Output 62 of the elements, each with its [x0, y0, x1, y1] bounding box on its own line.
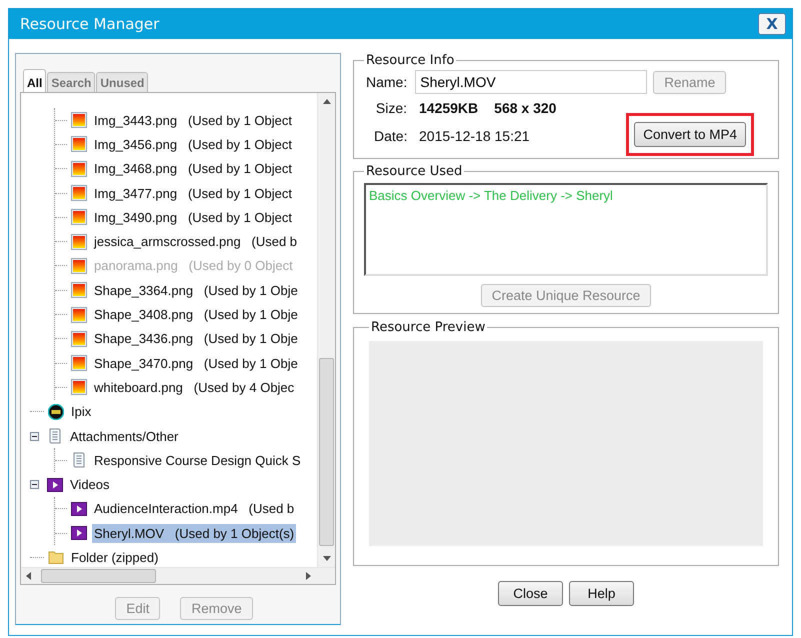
scroll-down-icon[interactable]	[322, 556, 330, 561]
video-icon	[71, 500, 87, 517]
tree-item[interactable]: Videos	[68, 475, 112, 494]
scroll-right-icon[interactable]	[306, 572, 311, 580]
image-icon	[71, 234, 87, 250]
name-field[interactable]: Sheryl.MOV	[415, 70, 648, 94]
window-close-button[interactable]: X	[758, 13, 786, 35]
image-icon	[71, 330, 87, 347]
file-size: 14259KB	[419, 100, 478, 116]
image-icon	[71, 160, 87, 177]
image-icon	[71, 209, 87, 226]
tree-item[interactable]: Sheryl.MOV (Used by 1 Object(s)	[92, 524, 296, 543]
folder-icon	[48, 549, 64, 566]
image-icon	[71, 306, 87, 323]
tree-item[interactable]: Folder (zipped)	[69, 548, 160, 567]
tree-item[interactable]: Shape_3364.png (Used by 1 Obje	[92, 280, 300, 300]
image-icon	[71, 379, 87, 396]
tab[interactable]: Unused	[96, 72, 148, 92]
document-icon	[71, 452, 87, 468]
image-icon	[71, 136, 87, 152]
tab[interactable]: Search	[47, 72, 96, 92]
window-title: Resource Manager	[20, 15, 160, 33]
date-value: 2015-12-18 15:21	[419, 128, 530, 144]
video-icon	[71, 525, 87, 542]
tree-item[interactable]: Shape_3408.png (Used by 1 Obje	[92, 305, 300, 324]
convert-button[interactable]: Convert to MP4	[634, 122, 746, 147]
video-icon	[47, 476, 63, 493]
horizontal-scrollbar[interactable]	[21, 567, 335, 584]
image-icon	[71, 258, 87, 274]
document-icon	[47, 428, 63, 444]
group-title: Resource Preview	[370, 320, 486, 335]
vertical-scrollbar[interactable]	[317, 93, 335, 567]
collapse-toggle-icon[interactable]	[30, 432, 39, 440]
tree-item[interactable]: Shape_3436.png (Used by 1 Obje	[92, 329, 300, 348]
tab[interactable]: All	[23, 69, 46, 92]
tree-item[interactable]: Img_3468.png (Used by 1 Object	[92, 159, 294, 178]
tree-item[interactable]: Img_3477.png (Used by 1 Object	[92, 184, 294, 203]
collapse-toggle-icon[interactable]	[30, 480, 39, 490]
field-label: Name:	[366, 74, 408, 90]
tree-item[interactable]: Attachments/Other	[68, 426, 180, 446]
field-label: Date:	[374, 128, 407, 144]
scroll-left-icon[interactable]	[26, 572, 31, 580]
tree-item[interactable]: Img_3456.png (Used by 1 Object	[92, 134, 294, 154]
dimensions: 568 x 320	[494, 100, 556, 116]
scroll-up-icon[interactable]	[322, 99, 330, 104]
group-title: Resource Info	[365, 53, 456, 68]
tree-item[interactable]: Responsive Course Design Quick S	[92, 450, 303, 470]
image-icon	[71, 355, 87, 372]
image-icon	[71, 112, 87, 128]
tree-item[interactable]: jessica_armscrossed.png (Used b	[92, 232, 300, 252]
image-icon	[71, 282, 87, 298]
tree-item[interactable]: Shape_3470.png (Used by 1 Obje	[92, 354, 300, 373]
tree-item[interactable]: Img_3490.png (Used by 1 Object	[92, 208, 294, 227]
tree-item[interactable]: AudienceInteraction.mp4 (Used b	[92, 499, 296, 518]
tree-item[interactable]: whiteboard.png (Used by 4 Objec	[92, 378, 296, 397]
dialog-button[interactable]: Help	[569, 581, 634, 606]
group-title: Resource Used	[365, 164, 464, 179]
dialog-button[interactable]: Close	[498, 581, 563, 606]
tree-item[interactable]: Img_3443.png (Used by 1 Object	[92, 110, 294, 130]
image-icon	[71, 185, 87, 202]
tree-item[interactable]: Ipix	[69, 402, 94, 422]
field-label: Size:	[374, 100, 407, 116]
